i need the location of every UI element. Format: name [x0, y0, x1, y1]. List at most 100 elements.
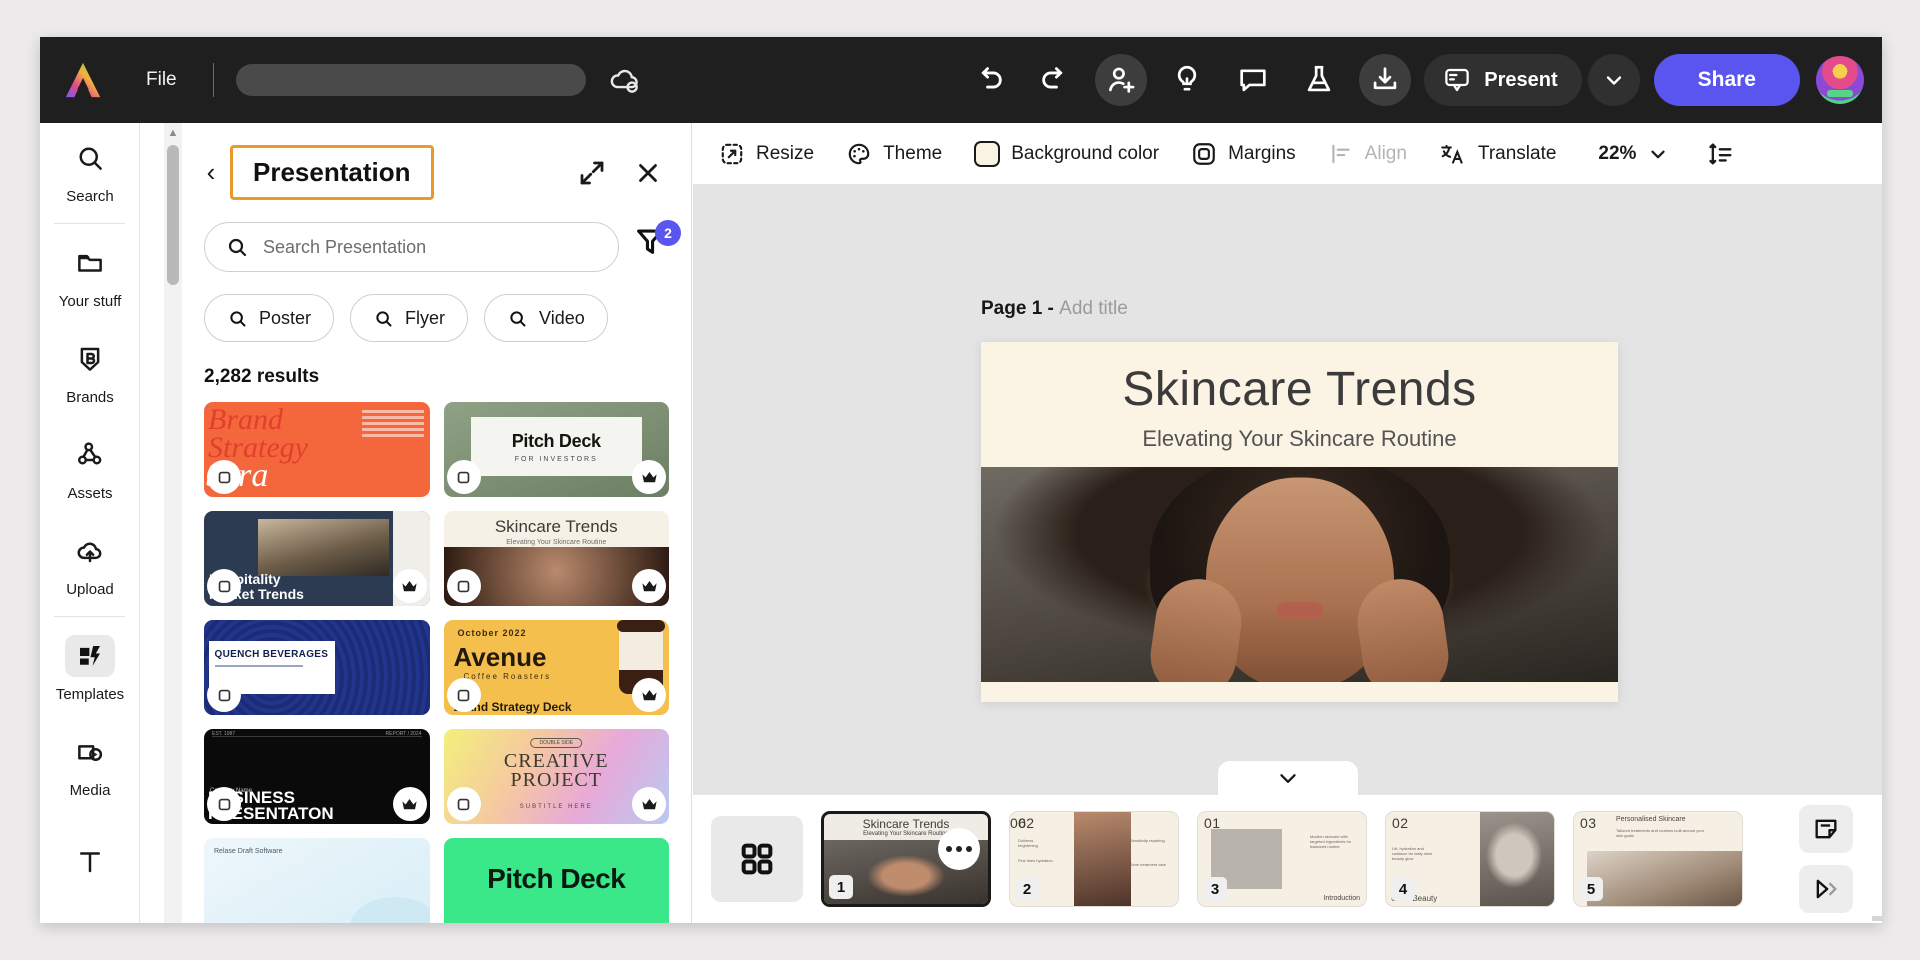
labs-button[interactable]	[1293, 54, 1345, 106]
template-card[interactable]: Pitch Deck	[443, 838, 669, 923]
templates-panel: ‹ Presentation Search Presentation 2 Pos…	[182, 123, 692, 923]
cloud-sync-icon[interactable]	[608, 63, 642, 97]
expand-diagonal-icon[interactable]	[577, 158, 607, 188]
sidebar-item-your-stuff[interactable]: Your stuff	[40, 228, 140, 324]
theme-button[interactable]: Theme	[846, 141, 942, 167]
template-card[interactable]: October 2022 Avenue Coffee Roasters Bran…	[443, 620, 669, 715]
sidebar-item-brands[interactable]: Brands	[40, 324, 140, 420]
present-icon	[1445, 68, 1469, 92]
template-card[interactable]: Brand Strategy Sera	[204, 402, 430, 497]
template-card[interactable]: DOUBLE SIDE CREATIVE PROJECT SUBTITLE HE…	[443, 729, 669, 824]
template-card[interactable]: EST. 1987 REPORT / 2024 Category Name BU…	[204, 729, 430, 824]
align-icon	[1332, 144, 1350, 163]
grid-view-button[interactable]	[711, 816, 803, 902]
template-title-line3: Coffee Roasters	[463, 672, 552, 681]
flask-icon	[1307, 65, 1331, 92]
slide-number: 3	[1203, 877, 1227, 901]
search-icon	[230, 310, 246, 327]
present-options-button[interactable]	[1587, 54, 1640, 106]
scroll-up-arrow[interactable]: ▲	[164, 123, 182, 143]
download-button[interactable]	[1359, 54, 1412, 106]
template-type-badge[interactable]	[207, 460, 241, 494]
toolbar-label: Theme	[883, 142, 943, 164]
slide-thumbnail-2[interactable]: 02 06 Dullness brightening Fine lines hy…	[1009, 811, 1179, 907]
speaker-notes-button[interactable]	[1799, 805, 1853, 853]
zoom-control[interactable]: 22%	[1588, 143, 1669, 165]
sidebar-item-assets[interactable]: Assets	[40, 420, 140, 516]
template-type-badge[interactable]	[207, 569, 241, 603]
chip-poster[interactable]: Poster	[204, 294, 335, 342]
card-stack-icon	[457, 471, 470, 483]
sidebar-item-upload[interactable]: Upload	[40, 516, 140, 612]
brand-shield-icon	[80, 347, 100, 371]
slide-subtitle[interactable]: Elevating Your Skincare Routine	[981, 426, 1618, 452]
invite-button[interactable]	[1095, 54, 1148, 106]
sidebar-item-search[interactable]: Search	[40, 123, 140, 219]
canvas-toolbar: Resize Theme Background color Margins Al…	[693, 123, 1882, 185]
avatar[interactable]	[1816, 56, 1864, 104]
canvas-area[interactable]: Page 1 - Add title Skincare Trends Eleva…	[693, 185, 1882, 795]
scrollbar-thumb[interactable]	[167, 145, 179, 285]
undo-button[interactable]	[963, 54, 1015, 106]
chip-flyer[interactable]: Flyer	[350, 294, 469, 342]
search-input[interactable]: Search Presentation	[204, 222, 619, 272]
panel-back-button[interactable]: ‹	[196, 157, 226, 188]
slide-more-button[interactable]	[938, 828, 980, 870]
template-card[interactable]: Relase Draft Software	[204, 838, 430, 923]
template-card[interactable]: QUENCH BEVERAGES	[204, 620, 430, 715]
slide-title[interactable]: Skincare Trends	[981, 362, 1618, 417]
card-stack-icon	[457, 689, 470, 701]
template-type-badge[interactable]	[207, 678, 241, 712]
slide-thumbnail-4[interactable]: 02 Lift, hydration and radiance for dail…	[1385, 811, 1555, 907]
template-card[interactable]: Pitch Deck FOR INVESTORS	[443, 402, 669, 497]
page-title-placeholder[interactable]: Add title	[1059, 298, 1128, 319]
thumb-image	[1480, 812, 1554, 906]
sidebar-item-templates[interactable]: Templates	[40, 621, 140, 717]
sidebar-item-label: Media	[69, 782, 111, 799]
slide-thumbnail-5[interactable]: 03 Personalised Skincare Tailored treatm…	[1573, 811, 1743, 907]
play-next-button[interactable]	[1799, 865, 1853, 913]
panel-scrollbar[interactable]: ▲	[164, 123, 182, 923]
template-card[interactable]: Skincare Trends Elevating Your Skincare …	[443, 511, 669, 606]
template-type-badge[interactable]	[446, 569, 481, 603]
chevron-down-icon	[1651, 150, 1666, 158]
ideas-button[interactable]	[1161, 54, 1213, 106]
resize-button[interactable]: Resize	[719, 141, 814, 167]
redo-button[interactable]	[1029, 54, 1081, 106]
present-button[interactable]: Present	[1424, 54, 1582, 106]
app-logo-icon[interactable]	[62, 60, 104, 100]
slide-photo[interactable]	[981, 467, 1618, 682]
sidebar-item-text[interactable]	[40, 813, 140, 909]
template-type-badge[interactable]	[446, 678, 481, 712]
translate-button[interactable]: Translate	[1439, 141, 1556, 167]
card-stack-icon	[457, 798, 470, 810]
undo-icon	[981, 67, 1002, 89]
comment-button[interactable]	[1227, 54, 1279, 106]
close-icon[interactable]	[633, 158, 663, 188]
page-label[interactable]: Page 1 - Add title	[981, 298, 1128, 320]
margins-icon	[1193, 142, 1215, 165]
template-type-badge[interactable]	[446, 787, 481, 821]
sidebar-item-label: Templates	[55, 686, 125, 703]
background-color-button[interactable]: Background color	[974, 140, 1159, 167]
share-button[interactable]: Share	[1653, 54, 1800, 106]
margins-button[interactable]: Margins	[1191, 141, 1296, 167]
template-type-badge[interactable]	[207, 787, 241, 821]
align-button[interactable]: Align	[1328, 141, 1407, 167]
fit-height-button[interactable]	[1707, 140, 1735, 168]
slide-number: 5	[1579, 877, 1603, 901]
sidebar-item-media[interactable]: Media	[40, 717, 140, 813]
slide-thumbnail-1[interactable]: Skincare Trends Elevating Your Skincare …	[821, 811, 991, 907]
template-type-badge[interactable]	[446, 460, 481, 494]
filter-chips: Poster Flyer Video	[182, 272, 691, 342]
filter-button[interactable]: 2	[633, 220, 681, 270]
slide-thumbnail-3[interactable]: 01 Modern skincare with targeted ingredi…	[1197, 811, 1367, 907]
file-menu-button[interactable]: File	[136, 63, 187, 97]
premium-badge	[632, 569, 666, 603]
collapse-strip-button[interactable]	[1217, 761, 1358, 795]
document-title-input[interactable]	[235, 64, 586, 96]
chip-video[interactable]: Video	[484, 294, 608, 342]
sidebar-item-label: Your stuff	[58, 293, 122, 310]
template-card[interactable]: Hospitality Market Trends	[204, 511, 430, 606]
slide-canvas[interactable]: Skincare Trends Elevating Your Skincare …	[981, 342, 1618, 702]
